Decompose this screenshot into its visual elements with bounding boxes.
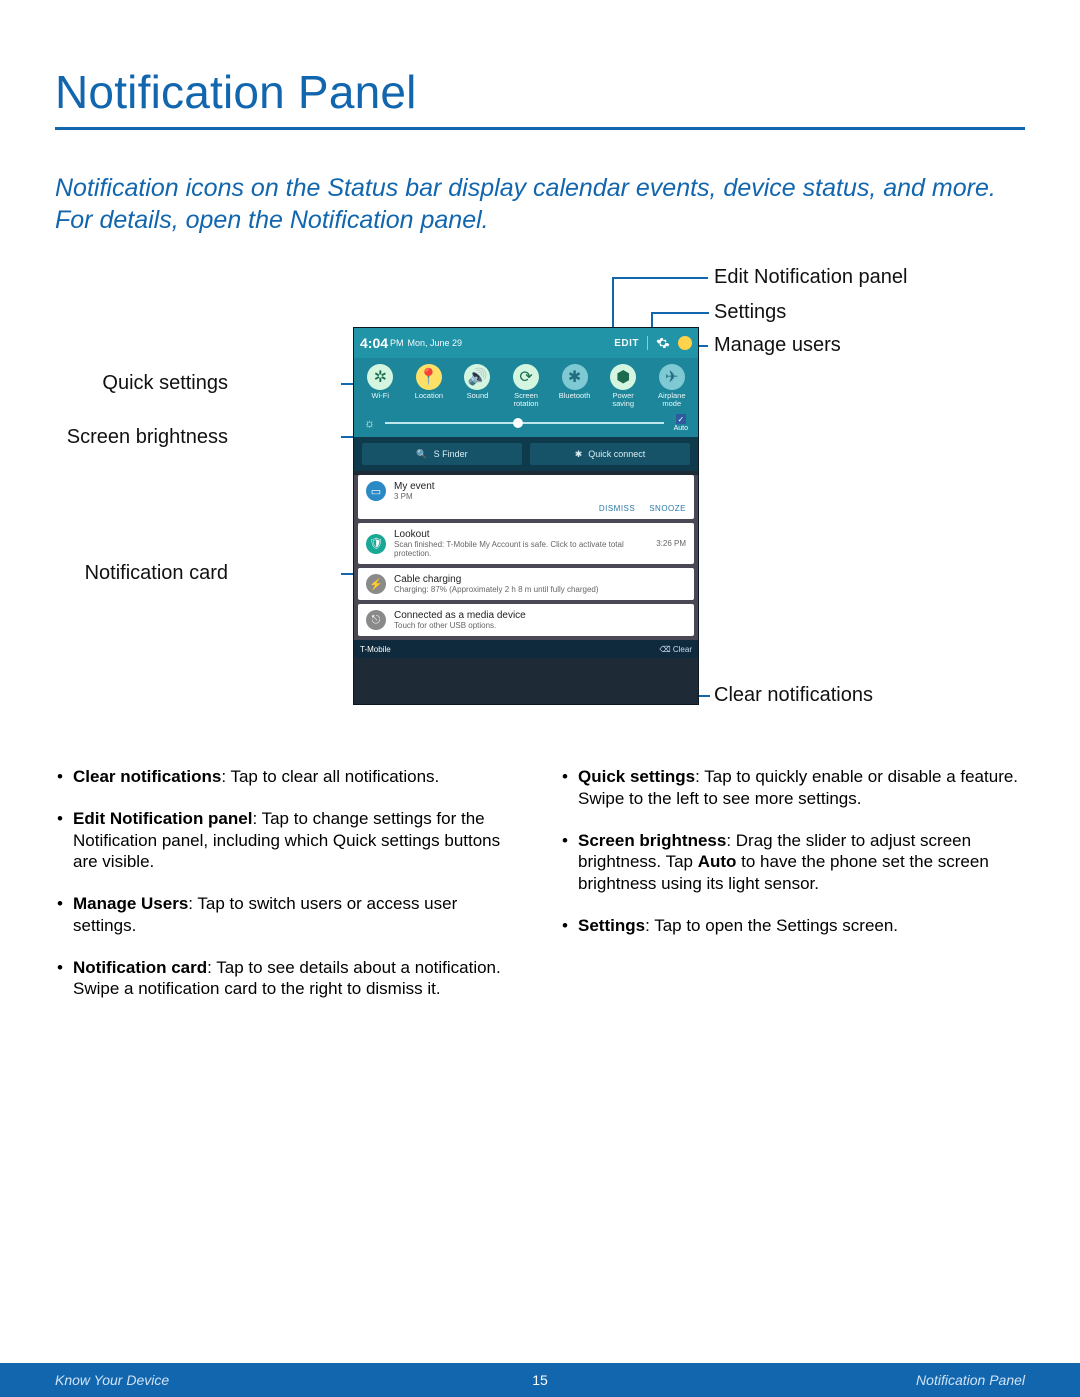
qs-label: Bluetooth (559, 392, 591, 400)
quick-connect-button[interactable]: ✱Quick connect (530, 443, 690, 465)
qs-icon: ✱ (562, 364, 588, 390)
avatar-icon[interactable] (678, 336, 692, 350)
carrier-name: T-Mobile (360, 645, 391, 654)
edit-button[interactable]: EDIT (614, 338, 639, 349)
status-date: Mon, June 29 (408, 338, 463, 348)
notification-card[interactable]: ⎋ Connected as a media deviceTouch for ot… (358, 604, 694, 636)
clear-button[interactable]: ⌫ Clear (659, 645, 692, 654)
callout-edit: Edit Notification panel (714, 266, 907, 289)
status-ampm: PM (390, 338, 404, 348)
bullet-item: Settings: Tap to open the Settings scree… (560, 915, 1025, 937)
card-action[interactable]: SNOOZE (649, 504, 686, 513)
brightness-auto-label: Auto (674, 425, 688, 432)
page-footer: Know Your Device 15 Notification Panel (0, 1363, 1080, 1397)
callout-clear: Clear notifications (714, 684, 873, 707)
description-columns: Clear notifications: Tap to clear all no… (55, 766, 1025, 1020)
brightness-icon: ☼ (364, 416, 375, 430)
status-bar: 4:04 PM Mon, June 29 EDIT (354, 328, 698, 358)
intro-text: Notification icons on the Status bar dis… (55, 172, 1025, 236)
footer-page-number: 15 (255, 1372, 825, 1388)
footer-topic: Notification Panel (825, 1372, 1025, 1388)
qs-tile[interactable]: ✈ Airplane mode (647, 364, 696, 407)
qs-icon: 🔊 (464, 364, 490, 390)
card-icon: ⚡ (366, 574, 386, 594)
qs-label: Screen rotation (514, 392, 539, 407)
card-subtitle: Charging: 87% (Approximately 2 h 8 m unt… (394, 585, 686, 594)
bullet-item: Clear notifications: Tap to clear all no… (55, 766, 520, 788)
status-time: 4:04 (360, 335, 388, 351)
qs-icon: ✲ (367, 364, 393, 390)
qs-tile[interactable]: ⟳ Screen rotation (502, 364, 551, 407)
card-title: Lookout (394, 529, 648, 540)
gear-icon[interactable] (656, 336, 670, 350)
diagram: Edit Notification panel Settings Manage … (55, 266, 1025, 726)
qs-label: Airplane mode (658, 392, 686, 407)
qs-label: Location (415, 392, 443, 400)
brightness-auto[interactable]: ✓ Auto (674, 414, 688, 432)
bullet-item: Manage Users: Tap to switch users or acc… (55, 893, 520, 937)
search-icon: 🔍 (416, 449, 427, 460)
qs-tile[interactable]: ✲ Wi-Fi (356, 364, 405, 407)
callout-quick-settings: Quick settings (102, 372, 228, 395)
qs-icon: ⬢ (610, 364, 636, 390)
qs-tile[interactable]: ✱ Bluetooth (550, 364, 599, 407)
card-icon: ⎋ (366, 610, 386, 630)
notification-card[interactable]: 🛡 LookoutScan finished: T-Mobile My Accou… (358, 523, 694, 564)
callout-manage-users: Manage users (714, 334, 841, 357)
card-time: 3:26 PM (656, 539, 686, 548)
notification-card[interactable]: ⚡ Cable chargingCharging: 87% (Approximat… (358, 568, 694, 600)
phone-mock: 4:04 PM Mon, June 29 EDIT ✲ Wi-Fi 📍 Locatio… (354, 328, 698, 704)
sfinder-button[interactable]: 🔍S Finder (362, 443, 522, 465)
notification-list: ▭ My event3 PM DISMISS SNOOZE 🛡 LookoutScan f… (354, 475, 698, 640)
card-icon: 🛡 (366, 534, 386, 554)
card-subtitle: 3 PM (394, 492, 686, 501)
bullet-item: Edit Notification panel: Tap to change s… (55, 808, 520, 873)
carrier-bar: T-Mobile ⌫ Clear (354, 640, 698, 658)
qs-icon: 📍 (416, 364, 442, 390)
callout-card: Notification card (85, 562, 228, 585)
bullet-item: Notification card: Tap to see details ab… (55, 957, 520, 1001)
qs-label: Wi-Fi (372, 392, 390, 400)
card-title: Connected as a media device (394, 610, 686, 621)
brightness-slider[interactable] (385, 422, 664, 424)
qs-label: Sound (467, 392, 489, 400)
qs-icon: ✈ (659, 364, 685, 390)
callout-brightness: Screen brightness (67, 426, 228, 449)
callout-settings: Settings (714, 301, 786, 324)
qs-label: Power saving (612, 392, 634, 407)
qs-tile[interactable]: 📍 Location (405, 364, 454, 407)
star-icon: ✱ (575, 449, 583, 460)
card-action[interactable]: DISMISS (599, 504, 635, 513)
bullet-item: Screen brightness: Drag the slider to ad… (560, 830, 1025, 895)
card-subtitle: Scan finished: T-Mobile My Account is sa… (394, 540, 648, 558)
quick-settings-row[interactable]: ✲ Wi-Fi 📍 Location 🔊 Sound ⟳ Screen rotation ✱ Bl… (354, 358, 698, 409)
page-title: Notification Panel (55, 65, 1025, 119)
card-subtitle: Touch for other USB options. (394, 621, 686, 630)
brightness-row[interactable]: ☼ ✓ Auto (354, 409, 698, 437)
bullet-item: Quick settings: Tap to quickly enable or… (560, 766, 1025, 810)
qs-icon: ⟳ (513, 364, 539, 390)
card-icon: ▭ (366, 481, 386, 501)
qs-tile[interactable]: 🔊 Sound (453, 364, 502, 407)
card-title: Cable charging (394, 574, 686, 585)
notification-card[interactable]: ▭ My event3 PM DISMISS SNOOZE (358, 475, 694, 519)
footer-section: Know Your Device (55, 1372, 255, 1388)
card-title: My event (394, 481, 686, 492)
title-rule (55, 127, 1025, 130)
qs-tile[interactable]: ⬢ Power saving (599, 364, 648, 407)
